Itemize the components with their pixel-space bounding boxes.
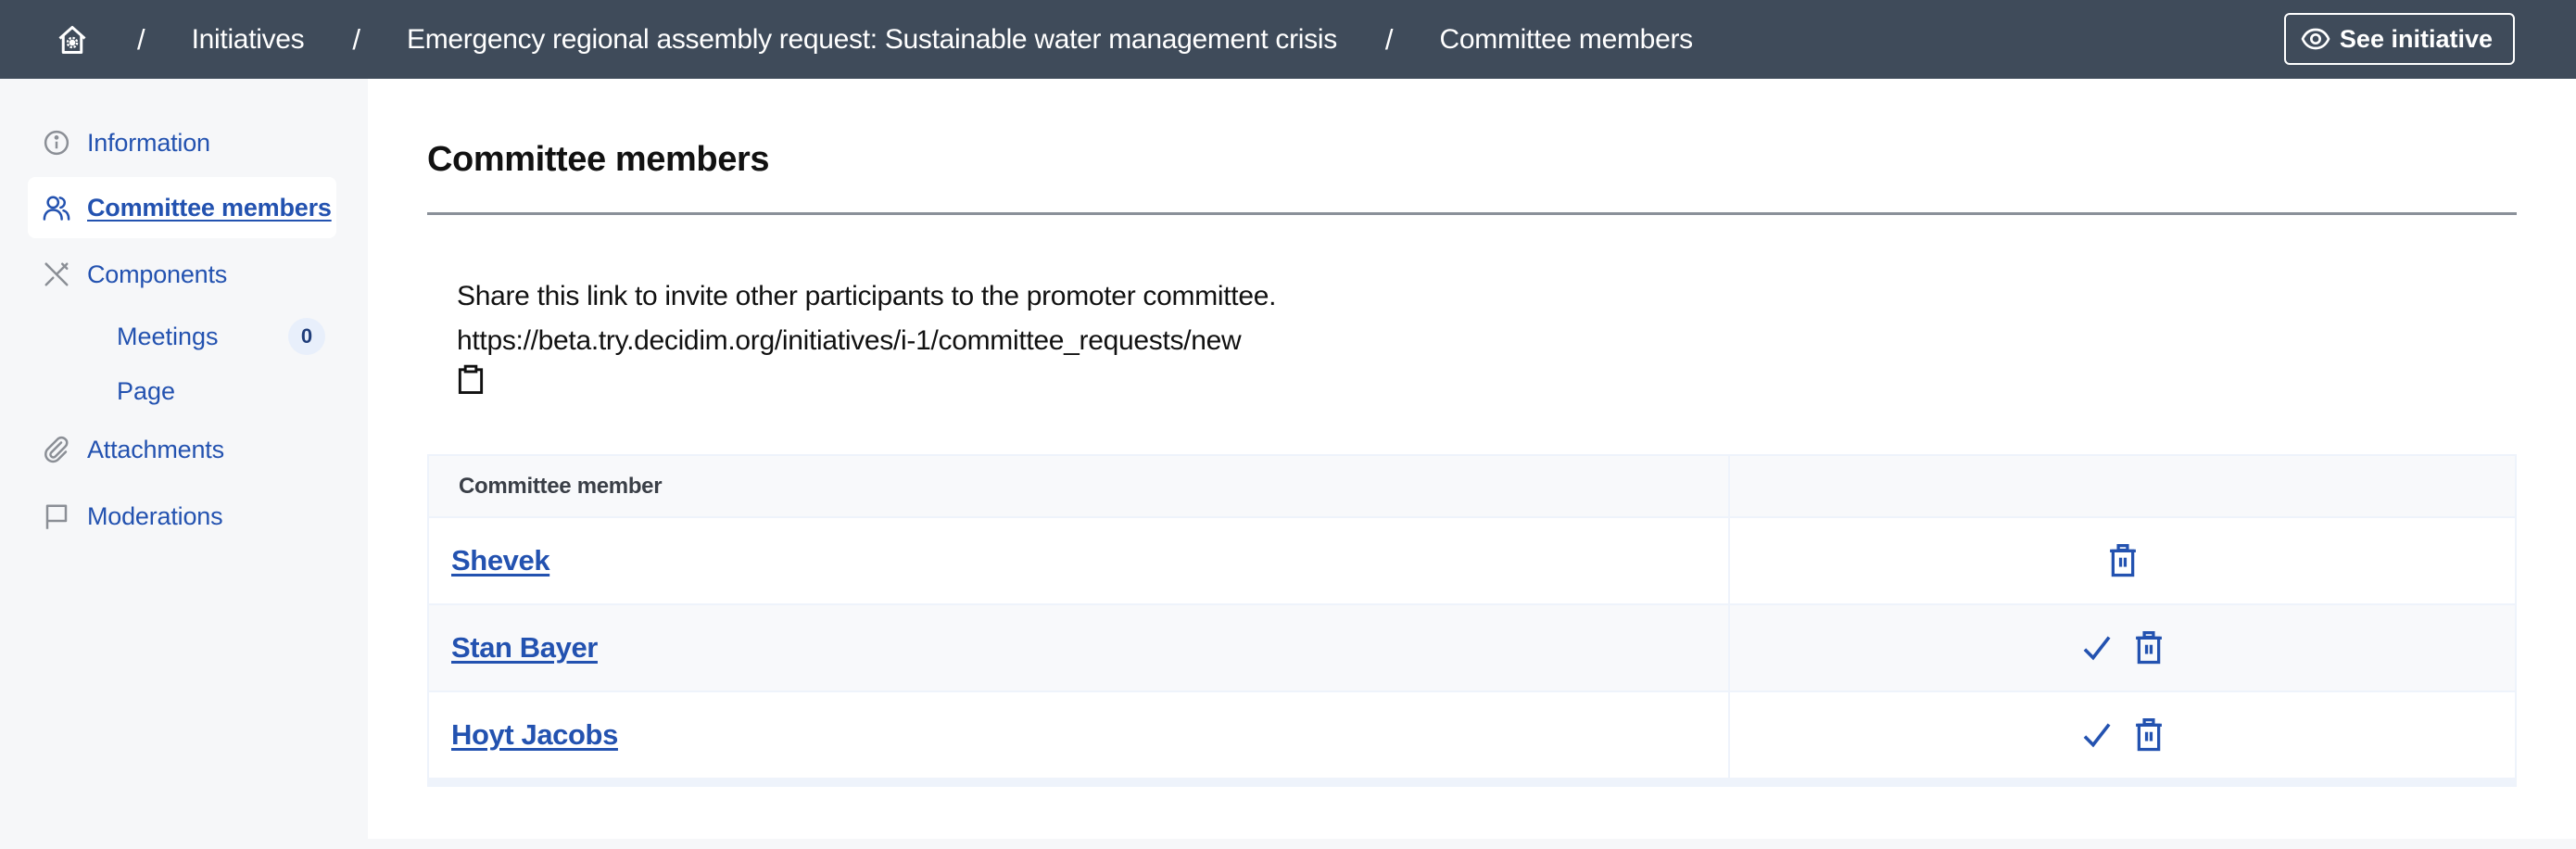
sidebar-item-moderations[interactable]: Moderations [28,486,336,547]
admin-home-icon[interactable] [56,23,89,57]
breadcrumb-separator: / [1385,23,1394,57]
top-bar: / Initiatives / Emergency regional assem… [0,0,2576,79]
paperclip-icon [43,436,70,463]
member-link[interactable]: Stan Bayer [451,631,598,665]
committee-members-table: Committee member Shevek Stan Bayer [427,454,2517,787]
table-row: Stan Bayer [429,603,2515,691]
see-initiative-button[interactable]: See initiative [2284,13,2515,65]
approve-check-icon[interactable] [2081,631,2113,665]
share-invite-url[interactable]: https://beta.try.decidim.org/initiatives… [457,325,1241,357]
sidebar-item-label: Components [87,260,227,289]
delete-icon[interactable] [2133,631,2165,665]
page-title: Committee members [427,140,769,180]
info-circle-icon [43,129,70,157]
component-label: Meetings [117,323,219,351]
main-content: Committee members Share this link to inv… [368,79,2576,839]
table-header-row: Committee member [429,456,2515,516]
table-row: Shevek [429,516,2515,603]
sidebar-component-page[interactable]: Page [117,368,325,414]
share-invite-text: Share this link to invite other particip… [457,281,1276,312]
sidebar-item-attachments[interactable]: Attachments [28,419,336,480]
sidebar-component-meetings[interactable]: Meetings 0 [117,313,325,360]
tools-icon [43,260,70,288]
see-initiative-label: See initiative [2340,25,2493,54]
sidebar-item-label: Committee members [87,194,332,222]
breadcrumb-separator: / [137,23,145,57]
users-icon [43,194,70,222]
clipboard-icon[interactable] [457,364,485,394]
sidebar: Information Committee members Components… [0,79,368,849]
meetings-count-badge: 0 [288,318,325,355]
column-header-actions [1730,456,2515,516]
sidebar-item-label: Information [87,129,210,158]
breadcrumb-separator: / [352,23,360,57]
column-header-committee-member: Committee member [459,474,662,500]
flag-icon [43,502,70,530]
breadcrumb-initiatives[interactable]: Initiatives [192,24,305,56]
title-divider [427,212,2517,215]
breadcrumb: / Initiatives / Emergency regional assem… [0,0,1693,79]
member-link[interactable]: Shevek [451,544,549,577]
sidebar-item-components[interactable]: Components [28,244,336,305]
breadcrumb-current: Committee members [1440,24,1693,56]
sidebar-item-information[interactable]: Information [28,112,336,173]
member-link[interactable]: Hoyt Jacobs [451,718,618,752]
breadcrumb-initiative[interactable]: Emergency regional assembly request: Sus… [407,24,1337,56]
sidebar-item-committee-members[interactable]: Committee members [28,177,336,238]
eye-icon [2301,24,2330,54]
delete-icon[interactable] [2133,718,2165,752]
approve-check-icon[interactable] [2081,718,2113,752]
sidebar-item-label: Moderations [87,502,222,531]
component-label: Page [117,377,175,406]
delete-icon[interactable] [2107,544,2139,577]
sidebar-item-label: Attachments [87,436,224,464]
table-row: Hoyt Jacobs [429,691,2515,778]
